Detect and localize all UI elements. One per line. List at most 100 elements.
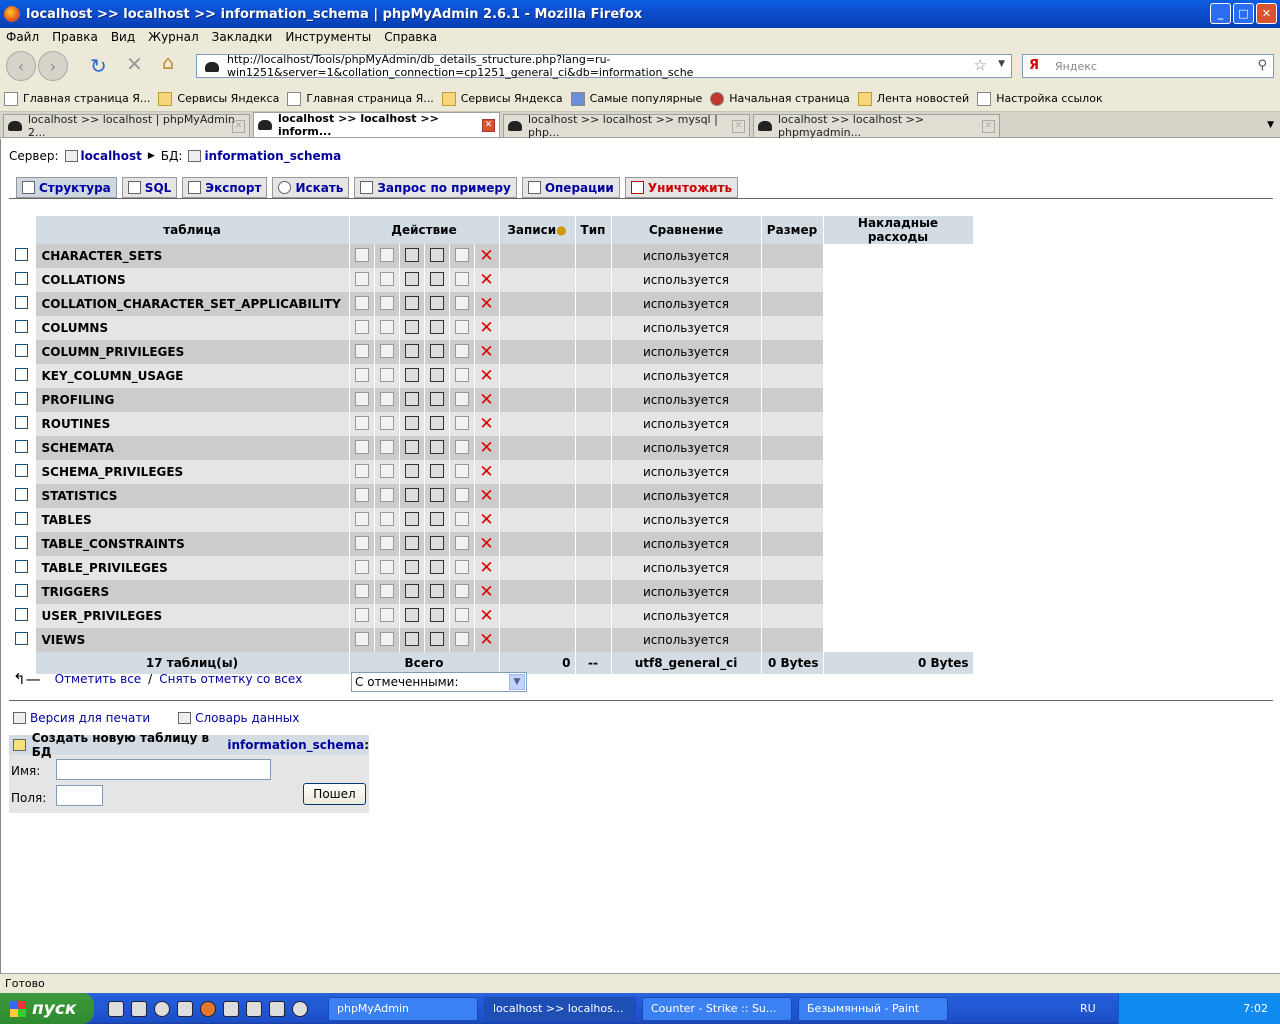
yandex-icon[interactable]: Я — [1029, 58, 1039, 73]
drop-icon[interactable]: ✕ — [479, 414, 493, 434]
browse-icon[interactable] — [354, 559, 369, 574]
create-db-link[interactable]: information_schema — [227, 738, 364, 752]
quicklaunch-icon[interactable] — [223, 1000, 239, 1017]
browser-tab-active[interactable]: localhost >> localhost >> inform... ✕ — [253, 112, 500, 138]
browser-tab[interactable]: localhost >> localhost >> mysql | php...… — [503, 113, 750, 139]
task-phpmyadmin[interactable]: phpMyAdmin — [328, 996, 478, 1021]
table-name[interactable]: COLUMN_PRIVILEGES — [35, 340, 350, 364]
properties-icon[interactable] — [429, 367, 444, 382]
browse-icon[interactable] — [354, 319, 369, 334]
select-icon[interactable] — [379, 295, 394, 310]
insert-icon[interactable] — [404, 439, 419, 454]
quicklaunch-icon[interactable] — [246, 1000, 262, 1017]
empty-icon[interactable] — [454, 463, 469, 478]
table-name[interactable]: PROFILING — [35, 388, 350, 412]
maximize-button[interactable]: □ — [1233, 3, 1254, 24]
chevron-down-icon[interactable]: ▼ — [509, 674, 525, 690]
browse-icon[interactable] — [354, 247, 369, 262]
properties-icon[interactable] — [429, 487, 444, 502]
insert-icon[interactable] — [404, 367, 419, 382]
properties-icon[interactable] — [429, 463, 444, 478]
insert-icon[interactable] — [404, 535, 419, 550]
bookmark-6[interactable]: Лента новостей — [857, 91, 969, 106]
task-paint[interactable]: Безымянный - Paint — [798, 996, 948, 1021]
quicklaunch-icon[interactable] — [154, 1000, 170, 1017]
select-icon[interactable] — [379, 463, 394, 478]
row-checkbox[interactable] — [15, 416, 29, 429]
table-name[interactable]: TABLE_CONSTRAINTS — [35, 532, 350, 556]
drop-icon[interactable]: ✕ — [479, 342, 493, 362]
insert-icon[interactable] — [404, 487, 419, 502]
empty-icon[interactable] — [454, 559, 469, 574]
browse-icon[interactable] — [354, 439, 369, 454]
row-checkbox[interactable] — [15, 464, 29, 477]
insert-icon[interactable] — [404, 319, 419, 334]
row-checkbox[interactable] — [15, 368, 29, 381]
empty-icon[interactable] — [454, 535, 469, 550]
row-checkbox[interactable] — [15, 344, 29, 357]
tab-close-icon[interactable]: ✕ — [732, 119, 745, 133]
browse-icon[interactable] — [354, 271, 369, 286]
quicklaunch-icon[interactable] — [292, 1000, 308, 1017]
menu-help[interactable]: Справка — [384, 30, 437, 44]
table-name[interactable]: USER_PRIVILEGES — [35, 604, 350, 628]
close-window-button[interactable]: ✕ — [1256, 3, 1277, 24]
properties-icon[interactable] — [429, 535, 444, 550]
browse-icon[interactable] — [354, 487, 369, 502]
insert-icon[interactable] — [404, 463, 419, 478]
empty-icon[interactable] — [454, 271, 469, 286]
drop-icon[interactable]: ✕ — [479, 534, 493, 554]
drop-icon[interactable]: ✕ — [479, 390, 493, 410]
browse-icon[interactable] — [354, 607, 369, 622]
insert-icon[interactable] — [404, 295, 419, 310]
database-link[interactable]: information_schema — [204, 149, 341, 163]
drop-icon[interactable]: ✕ — [479, 246, 493, 266]
drop-icon[interactable]: ✕ — [479, 486, 493, 506]
select-icon[interactable] — [379, 343, 394, 358]
table-name[interactable]: COLLATION_CHARACTER_SET_APPLICABILITY — [35, 292, 350, 316]
insert-icon[interactable] — [404, 415, 419, 430]
star-icon[interactable]: ☆ — [974, 56, 987, 74]
tab-close-icon[interactable]: ✕ — [232, 119, 245, 133]
browse-icon[interactable] — [354, 631, 369, 646]
select-icon[interactable] — [379, 487, 394, 502]
quicklaunch-icon[interactable] — [131, 1000, 147, 1017]
drop-icon[interactable]: ✕ — [479, 606, 493, 626]
row-checkbox[interactable] — [15, 248, 29, 261]
table-name[interactable]: TABLES — [35, 508, 350, 532]
properties-icon[interactable] — [429, 319, 444, 334]
empty-icon[interactable] — [454, 607, 469, 622]
browse-icon[interactable] — [354, 415, 369, 430]
properties-icon[interactable] — [429, 295, 444, 310]
browse-icon[interactable] — [354, 463, 369, 478]
table-name[interactable]: SCHEMATA — [35, 436, 350, 460]
select-icon[interactable] — [379, 319, 394, 334]
table-name[interactable]: TABLE_PRIVILEGES — [35, 556, 350, 580]
properties-icon[interactable] — [429, 607, 444, 622]
browse-icon[interactable] — [354, 391, 369, 406]
bookmark-4[interactable]: Самые популярные — [570, 91, 702, 106]
row-checkbox[interactable] — [15, 392, 29, 405]
bookmark-3[interactable]: Сервисы Яндекса — [441, 91, 563, 106]
table-name[interactable]: COLLATIONS — [35, 268, 350, 292]
row-checkbox[interactable] — [15, 608, 29, 621]
stop-icon[interactable]: ✕ — [126, 52, 143, 76]
col-table[interactable]: таблица — [35, 216, 350, 244]
tab-search[interactable]: Искать — [272, 177, 350, 198]
browse-icon[interactable] — [354, 535, 369, 550]
select-icon[interactable] — [379, 607, 394, 622]
tab-export[interactable]: Экспорт — [182, 177, 268, 198]
select-icon[interactable] — [379, 391, 394, 406]
drop-icon[interactable]: ✕ — [479, 630, 493, 650]
task-counter-strike[interactable]: Counter - Strike :: Su... — [642, 996, 792, 1021]
row-checkbox[interactable] — [15, 584, 29, 597]
tab-sql[interactable]: SQL — [121, 177, 178, 198]
menu-edit[interactable]: Правка — [52, 30, 98, 44]
tab-list-icon[interactable]: ▼ — [1267, 120, 1274, 130]
empty-icon[interactable] — [454, 295, 469, 310]
data-dictionary-link[interactable]: Словарь данных — [178, 711, 299, 725]
browser-tab[interactable]: localhost >> localhost >> phpmyadmin... ✕ — [753, 113, 1000, 139]
properties-icon[interactable] — [429, 583, 444, 598]
row-checkbox[interactable] — [15, 440, 29, 453]
quicklaunch-icon[interactable] — [269, 1000, 285, 1017]
